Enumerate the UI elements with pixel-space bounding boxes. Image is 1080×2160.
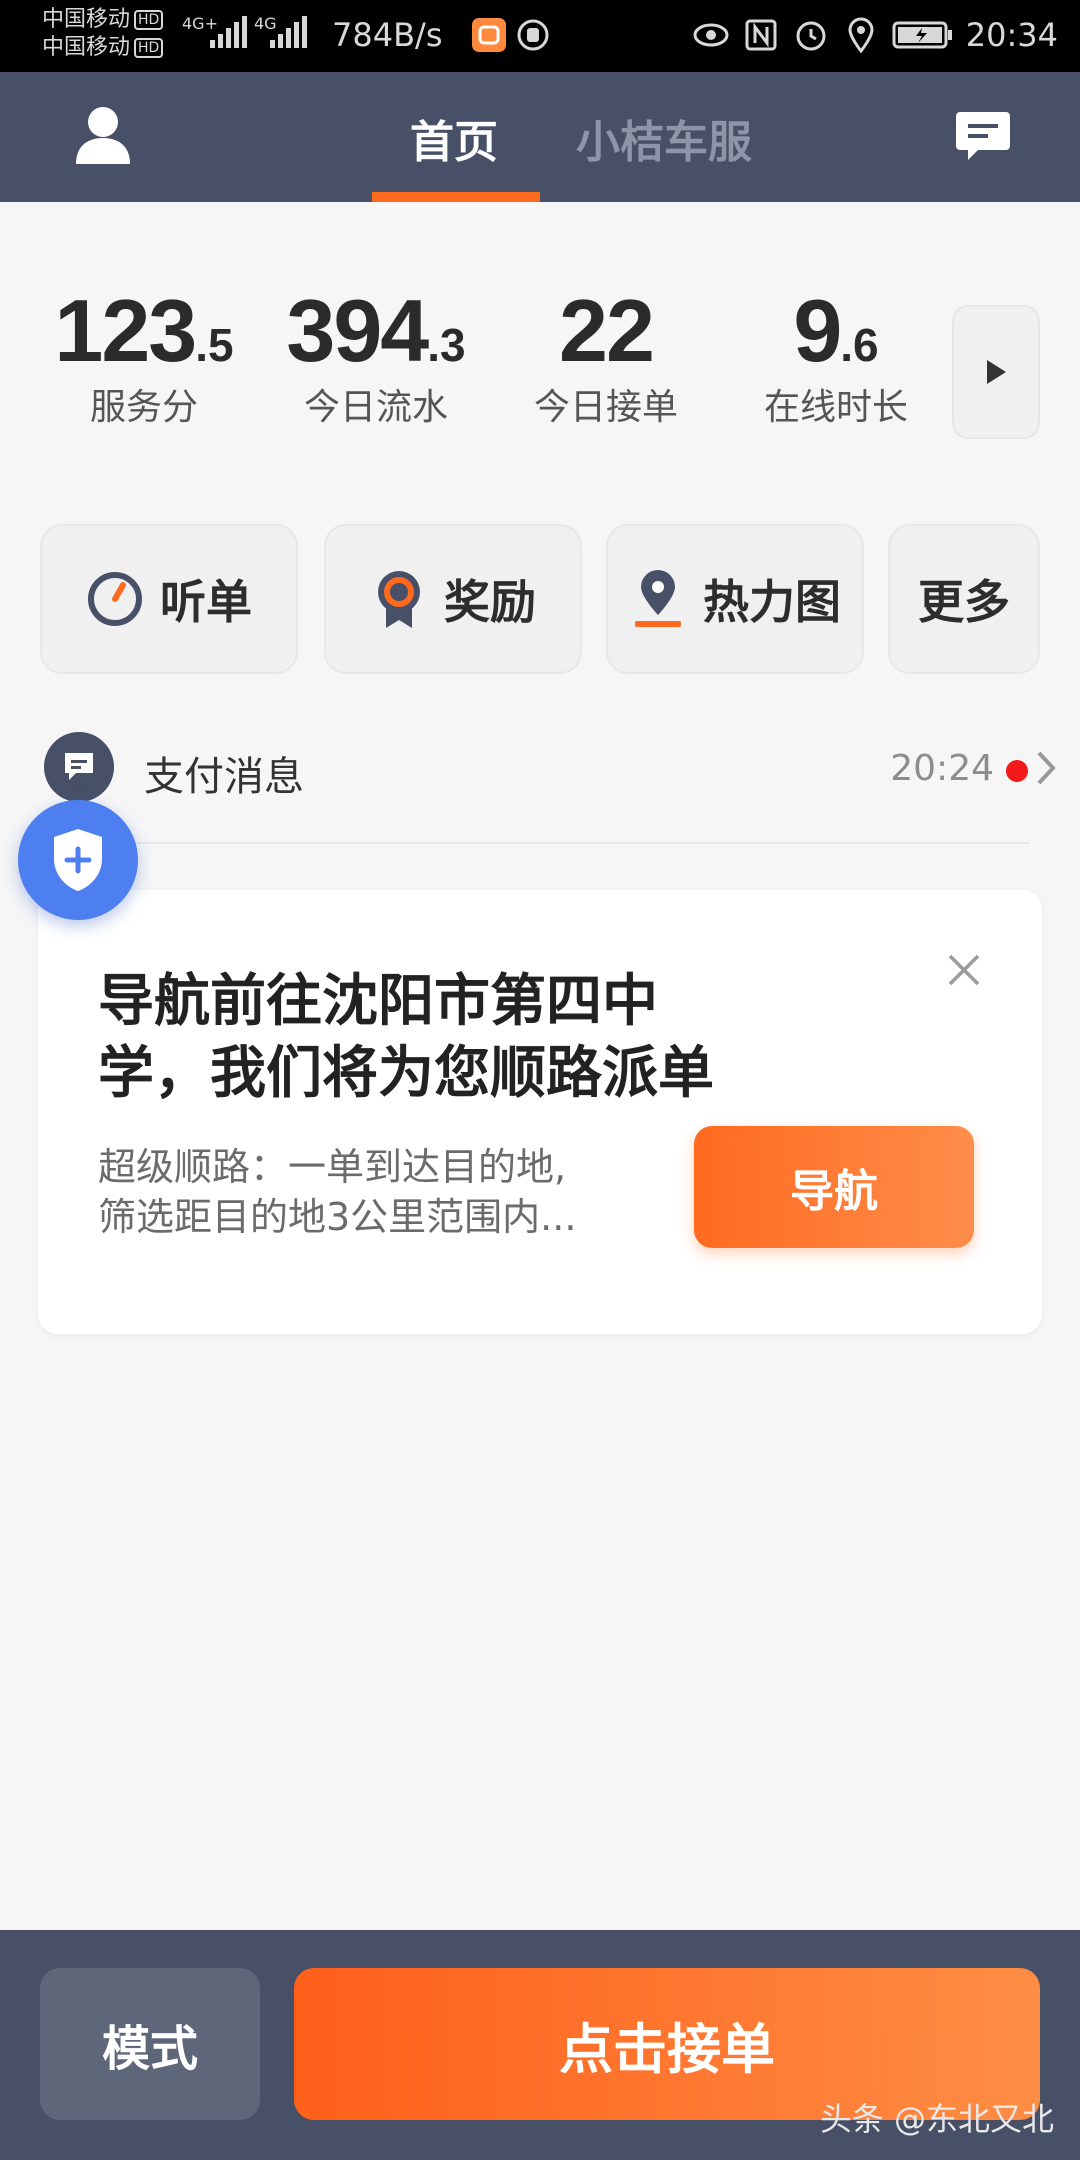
mode-button[interactable]: 模式 <box>40 1968 260 2120</box>
message-title: 支付消息 <box>144 754 304 800</box>
map-pin-icon <box>629 570 687 628</box>
card-title-line: 学，我们将为您顺路派单 <box>98 1041 714 1106</box>
quick-action-label: 更多 <box>918 575 1010 629</box>
network-speed: 784B/s <box>332 16 443 54</box>
stat-service-score[interactable]: 123.5 服务分 <box>44 280 244 430</box>
clock-time: 20:34 <box>965 16 1058 54</box>
tab-home[interactable]: 首页 <box>410 106 498 170</box>
card-desc-line: 超级顺路：一单到达目的地, <box>98 1145 567 1189</box>
carrier-2: 中国移动 <box>42 35 131 60</box>
eye-icon <box>692 16 730 54</box>
quick-action-label: 奖励 <box>444 575 536 629</box>
tab-car-service[interactable]: 小桔车服 <box>576 106 752 170</box>
status-bar: 中国移动 HD 中国移动 HD 4G+ 4G 784B/s 20:34 <box>0 0 1080 72</box>
payment-message-row[interactable]: 支付消息 20:24 <box>0 724 1080 824</box>
quick-action-heatmap[interactable]: 热力图 <box>606 524 864 674</box>
card-description: 超级顺路：一单到达目的地, 筛选距目的地3公里范围内... <box>98 1142 658 1242</box>
didi-app-icon <box>472 18 506 52</box>
divider <box>44 842 1030 844</box>
watermark: 头条 @东北又北 <box>819 2100 1054 2138</box>
signal-bars-icon <box>270 16 307 48</box>
stat-today-income[interactable]: 394.3 今日流水 <box>276 280 476 430</box>
close-icon[interactable] <box>944 950 984 990</box>
navigate-button[interactable]: 导航 <box>694 1126 974 1248</box>
safety-shield-button[interactable] <box>18 800 138 920</box>
carrier-info: 中国移动 HD 中国移动 HD <box>42 6 164 62</box>
hd-badge: HD <box>134 38 164 58</box>
stat-label: 今日接单 <box>533 387 678 428</box>
bottom-bar: 模式 点击接单 头条 @东北又北 <box>0 1930 1080 2160</box>
nfc-icon <box>742 16 780 54</box>
location-icon <box>842 16 880 54</box>
hand-icon <box>516 18 550 52</box>
chat-bubble-icon <box>44 732 114 802</box>
hd-badge: HD <box>134 10 164 30</box>
message-time: 20:24 <box>890 748 994 789</box>
signal-bars-icon <box>210 16 247 48</box>
stat-value: 394 <box>286 281 429 380</box>
card-title: 导航前往沈阳市第四中 学，我们将为您顺路派单 <box>98 966 838 1110</box>
card-title-line: 导航前往沈阳市第四中 <box>98 969 658 1034</box>
quick-action-more[interactable]: 更多 <box>888 524 1040 674</box>
chevron-right-icon <box>1037 751 1056 785</box>
stat-label: 今日流水 <box>303 387 448 428</box>
stat-decimal: .6 <box>840 319 879 371</box>
stat-today-orders[interactable]: 22 今日接单 <box>506 280 706 430</box>
user-profile-icon[interactable] <box>70 102 136 168</box>
shield-icon <box>54 829 102 891</box>
quick-action-reward[interactable]: 奖励 <box>324 524 582 674</box>
alarm-icon <box>792 16 830 54</box>
stat-value: 123 <box>54 281 197 380</box>
unread-dot <box>1006 760 1028 782</box>
stat-value: 22 <box>559 281 655 380</box>
medal-icon <box>370 570 428 628</box>
quick-action-label: 热力图 <box>703 575 841 629</box>
quick-action-listen[interactable]: 听单 <box>40 524 298 674</box>
navigation-card: 导航前往沈阳市第四中 学，我们将为您顺路派单 超级顺路：一单到达目的地, 筛选距… <box>38 890 1042 1334</box>
message-icon[interactable] <box>954 108 1012 164</box>
clock-icon <box>86 570 144 628</box>
stats-more-button[interactable] <box>952 305 1040 439</box>
battery-icon <box>892 16 954 54</box>
quick-action-label: 听单 <box>160 575 252 629</box>
carrier-1: 中国移动 <box>42 7 131 32</box>
stats-row: 123.5 服务分 394.3 今日流水 22 今日接单 9.6 在线时长 <box>0 280 1080 450</box>
stat-online-hours[interactable]: 9.6 在线时长 <box>736 280 936 430</box>
stat-value: 9 <box>793 281 842 380</box>
card-desc-line: 筛选距目的地3公里范围内... <box>98 1195 577 1239</box>
stat-label: 在线时长 <box>763 387 908 428</box>
play-arrow-icon <box>987 360 1006 384</box>
app-header: 首页 小桔车服 <box>0 72 1080 202</box>
active-tab-indicator <box>372 192 540 202</box>
stat-label: 服务分 <box>89 387 198 428</box>
stat-decimal: .5 <box>195 319 234 371</box>
stat-decimal: .3 <box>427 319 466 371</box>
